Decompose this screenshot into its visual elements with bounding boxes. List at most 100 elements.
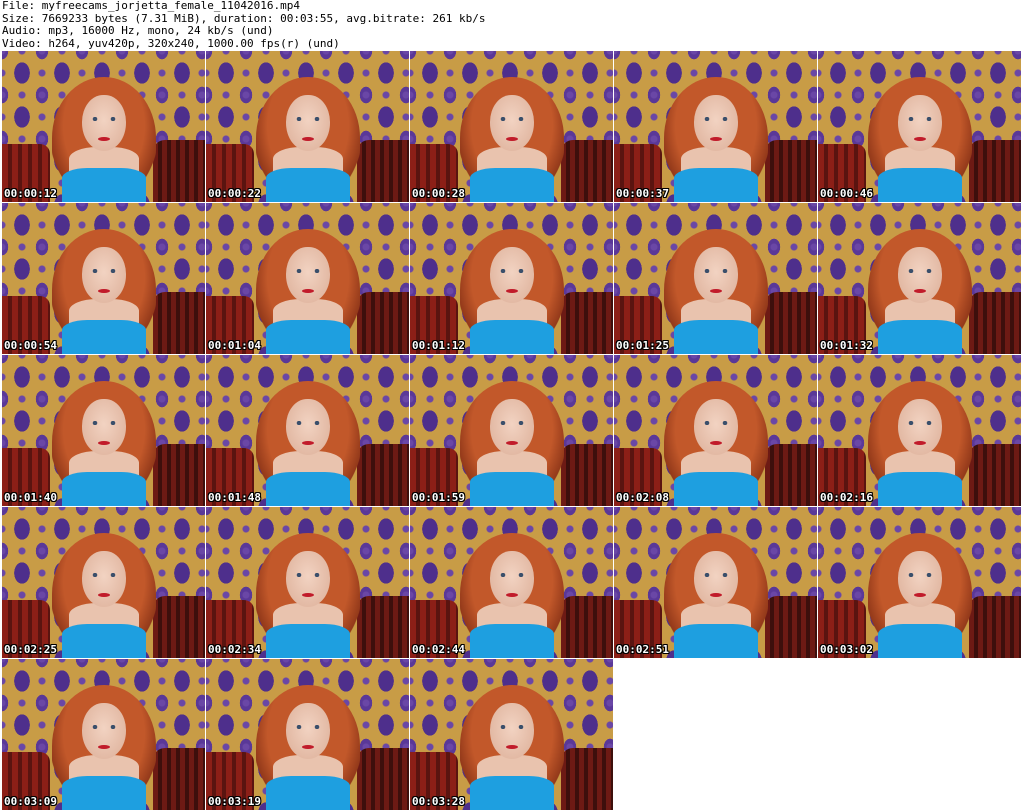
top-shape [673, 472, 758, 506]
lips-shape [913, 593, 926, 597]
lips-shape [301, 441, 314, 445]
top-shape [265, 168, 350, 202]
thumbnail-frame[interactable]: 00:03:02 [818, 507, 1021, 658]
timestamp-label: 00:01:40 [4, 491, 57, 504]
thumbnail-frame[interactable]: 00:00:12 [2, 51, 205, 202]
top-shape [61, 472, 146, 506]
file-name-line: File: myfreecams_jorjetta_female_1104201… [2, 0, 301, 12]
lips-shape [97, 441, 110, 445]
lips-shape [301, 745, 314, 749]
timestamp-label: 00:02:16 [820, 491, 873, 504]
thumbnail-frame[interactable]: 00:02:44 [410, 507, 613, 658]
thumbnail-frame[interactable]: 00:02:51 [614, 507, 817, 658]
lips-shape [709, 289, 722, 293]
timestamp-label: 00:02:34 [208, 643, 261, 656]
lips-shape [505, 593, 518, 597]
thumbnail-frame[interactable]: 00:01:04 [206, 203, 409, 354]
thumbnail-frame[interactable]: 00:02:16 [818, 355, 1021, 506]
file-size-line: Size: 7669233 bytes (7.31 MiB), duration… [2, 12, 486, 25]
audio-info-line: Audio: mp3, 16000 Hz, mono, 24 kb/s (und… [2, 25, 274, 37]
thumbnail-frame[interactable]: 00:03:28 [410, 659, 613, 810]
file-info-header: File: myfreecams_jorjetta_female_1104201… [0, 0, 1024, 51]
face-shape [489, 95, 534, 151]
chair-right-shape [765, 596, 817, 658]
timestamp-label: 00:01:32 [820, 339, 873, 352]
timestamp-label: 00:01:04 [208, 339, 261, 352]
face-shape [897, 247, 942, 303]
top-shape [61, 320, 146, 354]
thumbnail-frame[interactable]: 00:03:19 [206, 659, 409, 810]
face-shape [489, 399, 534, 455]
chair-right-shape [561, 140, 613, 202]
chair-right-shape [153, 596, 205, 658]
timestamp-label: 00:00:37 [616, 187, 669, 200]
timestamp-label: 00:03:02 [820, 643, 873, 656]
lips-shape [709, 441, 722, 445]
face-shape [897, 399, 942, 455]
lips-shape [301, 289, 314, 293]
face-shape [285, 399, 330, 455]
lips-shape [97, 593, 110, 597]
timestamp-label: 00:02:51 [616, 643, 669, 656]
face-shape [81, 95, 126, 151]
face-shape [81, 551, 126, 607]
top-shape [265, 472, 350, 506]
timestamp-label: 00:03:19 [208, 795, 261, 808]
face-shape [489, 247, 534, 303]
timestamp-label: 00:01:12 [412, 339, 465, 352]
thumbnail-frame[interactable]: 00:01:25 [614, 203, 817, 354]
timestamp-label: 00:01:25 [616, 339, 669, 352]
chair-right-shape [153, 140, 205, 202]
lips-shape [505, 745, 518, 749]
lips-shape [505, 441, 518, 445]
chair-right-shape [765, 444, 817, 506]
top-shape [469, 624, 554, 658]
face-shape [285, 95, 330, 151]
lips-shape [97, 289, 110, 293]
thumbnail-frame[interactable]: 00:00:22 [206, 51, 409, 202]
thumbnail-frame[interactable]: 00:01:59 [410, 355, 613, 506]
timestamp-label: 00:02:25 [4, 643, 57, 656]
face-shape [489, 703, 534, 759]
timestamp-label: 00:00:22 [208, 187, 261, 200]
top-shape [877, 320, 962, 354]
chair-right-shape [561, 596, 613, 658]
chair-right-shape [153, 444, 205, 506]
thumbnail-frame[interactable]: 00:01:48 [206, 355, 409, 506]
thumbnail-frame[interactable]: 00:02:08 [614, 355, 817, 506]
chair-right-shape [969, 596, 1021, 658]
face-shape [897, 95, 942, 151]
timestamp-label: 00:02:44 [412, 643, 465, 656]
thumbnail-frame[interactable]: 00:00:54 [2, 203, 205, 354]
top-shape [877, 624, 962, 658]
thumbnail-frame[interactable]: 00:01:12 [410, 203, 613, 354]
face-shape [285, 247, 330, 303]
lips-shape [709, 137, 722, 141]
face-shape [693, 247, 738, 303]
thumbnail-frame[interactable]: 00:00:46 [818, 51, 1021, 202]
thumbnail-frame[interactable]: 00:01:32 [818, 203, 1021, 354]
thumbnail-frame[interactable]: 00:00:37 [614, 51, 817, 202]
video-info-line: Video: h264, yuv420p, 320x240, 1000.00 f… [2, 37, 340, 50]
thumbnail-frame[interactable]: 00:03:09 [2, 659, 205, 810]
timestamp-label: 00:01:48 [208, 491, 261, 504]
thumbnail-frame[interactable]: 00:00:28 [410, 51, 613, 202]
top-shape [877, 472, 962, 506]
chair-right-shape [357, 444, 409, 506]
lips-shape [913, 289, 926, 293]
thumbnail-frame[interactable]: 00:02:25 [2, 507, 205, 658]
lips-shape [301, 593, 314, 597]
thumbnail-frame[interactable]: 00:02:34 [206, 507, 409, 658]
top-shape [673, 624, 758, 658]
face-shape [81, 703, 126, 759]
chair-right-shape [561, 748, 613, 810]
chair-right-shape [561, 292, 613, 354]
timestamp-label: 00:03:09 [4, 795, 57, 808]
face-shape [693, 399, 738, 455]
top-shape [61, 168, 146, 202]
top-shape [265, 624, 350, 658]
timestamp-label: 00:00:12 [4, 187, 57, 200]
thumbnail-frame[interactable]: 00:01:40 [2, 355, 205, 506]
chair-right-shape [357, 140, 409, 202]
timestamp-label: 00:00:28 [412, 187, 465, 200]
